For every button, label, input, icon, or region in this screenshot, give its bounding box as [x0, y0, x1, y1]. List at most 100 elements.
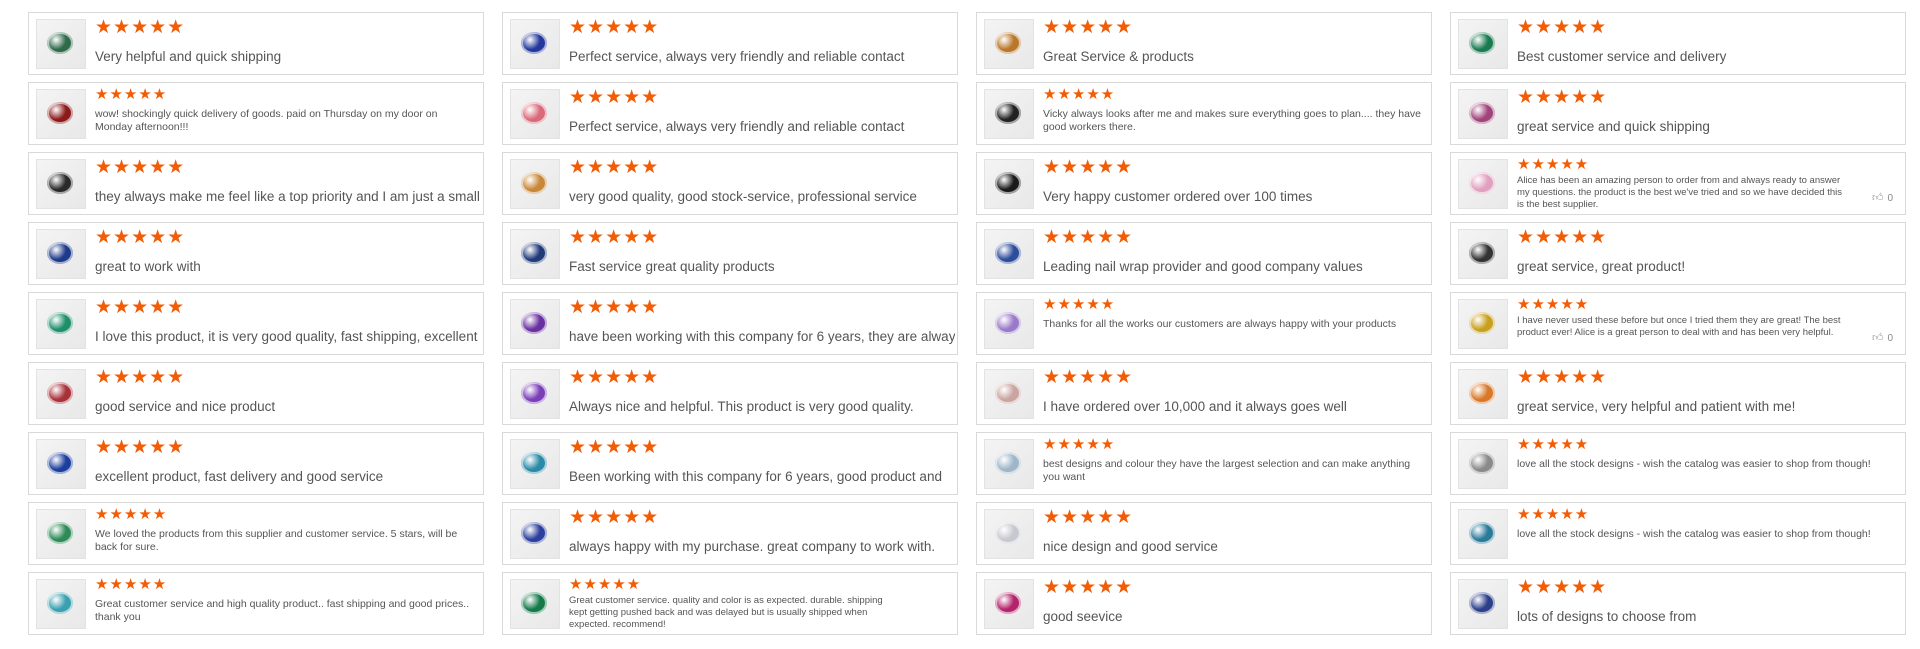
review-card[interactable]: ★★★★★ Very happy customer ordered over 10…: [976, 152, 1432, 215]
review-card[interactable]: ★★★★★ always happy with my purchase. grea…: [502, 502, 958, 565]
product-thumbnail[interactable]: [36, 229, 86, 279]
review-card[interactable]: ★★★★★ wow! shockingly quick delivery of g…: [28, 82, 484, 145]
review-card[interactable]: ★★★★★ Perfect service, always very friend…: [502, 82, 958, 145]
product-thumbnail[interactable]: [36, 509, 86, 559]
product-thumbnail[interactable]: [36, 439, 86, 489]
review-card[interactable]: ★★★★★ Great customer service. quality and…: [502, 572, 958, 635]
product-thumbnail[interactable]: [984, 579, 1034, 629]
product-thumbnail[interactable]: [1458, 579, 1508, 629]
product-thumbnail[interactable]: [984, 509, 1034, 559]
star-rating: ★★★★★: [1517, 17, 1608, 38]
product-thumbnail[interactable]: [36, 299, 86, 349]
star-rating: ★★★★★: [95, 367, 186, 388]
review-card[interactable]: ★★★★★ love all the stock designs - wish t…: [1450, 432, 1906, 495]
review-card[interactable]: ★★★★★ great to work with: [28, 222, 484, 285]
review-card[interactable]: ★★★★★ very good quality, good stock-servi…: [502, 152, 958, 215]
review-text: Best customer service and delivery: [1517, 49, 1727, 64]
review-card[interactable]: ★★★★★ Great Service & products: [976, 12, 1432, 75]
product-thumbnail[interactable]: [1458, 89, 1508, 139]
product-thumbnail[interactable]: [36, 159, 86, 209]
product-thumbnail[interactable]: [510, 439, 560, 489]
product-thumbnail[interactable]: [984, 229, 1034, 279]
product-thumbnail[interactable]: [1458, 439, 1508, 489]
review-card[interactable]: ★★★★★ Leading nail wrap provider and good…: [976, 222, 1432, 285]
star-rating: ★★★★★: [569, 227, 660, 248]
review-text: Always nice and helpful. This product is…: [569, 399, 914, 414]
review-card[interactable]: ★★★★★ Very helpful and quick shipping: [28, 12, 484, 75]
review-card[interactable]: ★★★★★ great service, very helpful and pat…: [1450, 362, 1906, 425]
product-thumbnail[interactable]: [36, 369, 86, 419]
review-text: I love this product, it is very good qua…: [95, 329, 478, 344]
review-text: Perfect service, always very friendly an…: [569, 49, 905, 64]
review-card[interactable]: ★★★★★ Been working with this company for …: [502, 432, 958, 495]
review-card[interactable]: ★★★★★ I have never used these before but …: [1450, 292, 1906, 355]
gem-image: [521, 522, 547, 544]
like-button[interactable]: 👍︎ 0: [1872, 331, 1893, 344]
review-text: Fast service great quality products: [569, 259, 775, 274]
product-thumbnail[interactable]: [510, 369, 560, 419]
review-card[interactable]: ★★★★★ excellent product, fast delivery an…: [28, 432, 484, 495]
review-card[interactable]: ★★★★★ Fast service great quality products: [502, 222, 958, 285]
product-thumbnail[interactable]: [510, 579, 560, 629]
product-thumbnail[interactable]: [984, 159, 1034, 209]
review-card[interactable]: ★★★★★ best designs and colour they have t…: [976, 432, 1432, 495]
product-thumbnail[interactable]: [36, 89, 86, 139]
like-button[interactable]: 👍︎ 0: [1872, 191, 1893, 204]
product-thumbnail[interactable]: [1458, 369, 1508, 419]
review-text: Leading nail wrap provider and good comp…: [1043, 259, 1363, 274]
product-thumbnail[interactable]: [1458, 159, 1508, 209]
product-thumbnail[interactable]: [510, 229, 560, 279]
review-card[interactable]: ★★★★★ great service and quick shipping: [1450, 82, 1906, 145]
review-text: Great Service & products: [1043, 49, 1194, 64]
review-card[interactable]: ★★★★★ love all the stock designs - wish t…: [1450, 502, 1906, 565]
product-thumbnail[interactable]: [510, 89, 560, 139]
review-card[interactable]: ★★★★★ nice design and good service: [976, 502, 1432, 565]
product-thumbnail[interactable]: [1458, 19, 1508, 69]
product-thumbnail[interactable]: [510, 509, 560, 559]
review-card[interactable]: ★★★★★ good service and nice product: [28, 362, 484, 425]
star-rating: ★★★★★: [1517, 367, 1608, 388]
product-thumbnail[interactable]: [36, 579, 86, 629]
review-card[interactable]: ★★★★★ I have ordered over 10,000 and it a…: [976, 362, 1432, 425]
star-rating: ★★★★★: [569, 157, 660, 178]
review-card[interactable]: ★★★★★ Always nice and helpful. This produ…: [502, 362, 958, 425]
product-thumbnail[interactable]: [1458, 299, 1508, 349]
review-card[interactable]: ★★★★★ Vicky always looks after me and mak…: [976, 82, 1432, 145]
review-card[interactable]: ★★★★★ Perfect service, always very friend…: [502, 12, 958, 75]
product-thumbnail[interactable]: [510, 159, 560, 209]
review-text: excellent product, fast delivery and goo…: [95, 469, 384, 484]
gem-image: [995, 242, 1021, 264]
product-thumbnail[interactable]: [984, 299, 1034, 349]
product-thumbnail[interactable]: [984, 439, 1034, 489]
review-text: wow! shockingly quick delivery of goods.…: [95, 108, 438, 133]
review-card[interactable]: ★★★★★ Best customer service and delivery: [1450, 12, 1906, 75]
review-card[interactable]: ★★★★★ We loved the products from this sup…: [28, 502, 484, 565]
review-card[interactable]: ★★★★★ I love this product, it is very goo…: [28, 292, 484, 355]
product-thumbnail[interactable]: [36, 19, 86, 69]
star-rating: ★★★★★: [1043, 86, 1116, 103]
product-thumbnail[interactable]: [510, 19, 560, 69]
product-thumbnail[interactable]: [984, 369, 1034, 419]
review-card[interactable]: ★★★★★ good seevice: [976, 572, 1432, 635]
review-text: great service, great product!: [1517, 259, 1686, 274]
review-text: Alice has been an amazing person to orde…: [1517, 175, 1842, 210]
review-text: Great customer service. quality and colo…: [569, 595, 883, 630]
review-card[interactable]: ★★★★★ Alice has been an amazing person to…: [1450, 152, 1906, 215]
product-thumbnail[interactable]: [1458, 229, 1508, 279]
review-card[interactable]: ★★★★★ have been working with this company…: [502, 292, 958, 355]
review-card[interactable]: ★★★★★ Great customer service and high qua…: [28, 572, 484, 635]
product-thumbnail[interactable]: [984, 89, 1034, 139]
gem-image: [995, 312, 1021, 334]
gem-image: [521, 102, 547, 124]
review-card[interactable]: ★★★★★ they always make me feel like a top…: [28, 152, 484, 215]
review-text: love all the stock designs - wish the ca…: [1517, 528, 1871, 540]
review-card[interactable]: ★★★★★ Thanks for all the works our custom…: [976, 292, 1432, 355]
review-card[interactable]: ★★★★★ lots of designs to choose from: [1450, 572, 1906, 635]
product-thumbnail[interactable]: [984, 19, 1034, 69]
product-thumbnail[interactable]: [510, 299, 560, 349]
review-card[interactable]: ★★★★★ great service, great product!: [1450, 222, 1906, 285]
review-text: lots of designs to choose from: [1517, 609, 1697, 624]
review-text: always happy with my purchase. great com…: [569, 539, 936, 554]
review-text: Been working with this company for 6 yea…: [569, 469, 942, 484]
product-thumbnail[interactable]: [1458, 509, 1508, 559]
